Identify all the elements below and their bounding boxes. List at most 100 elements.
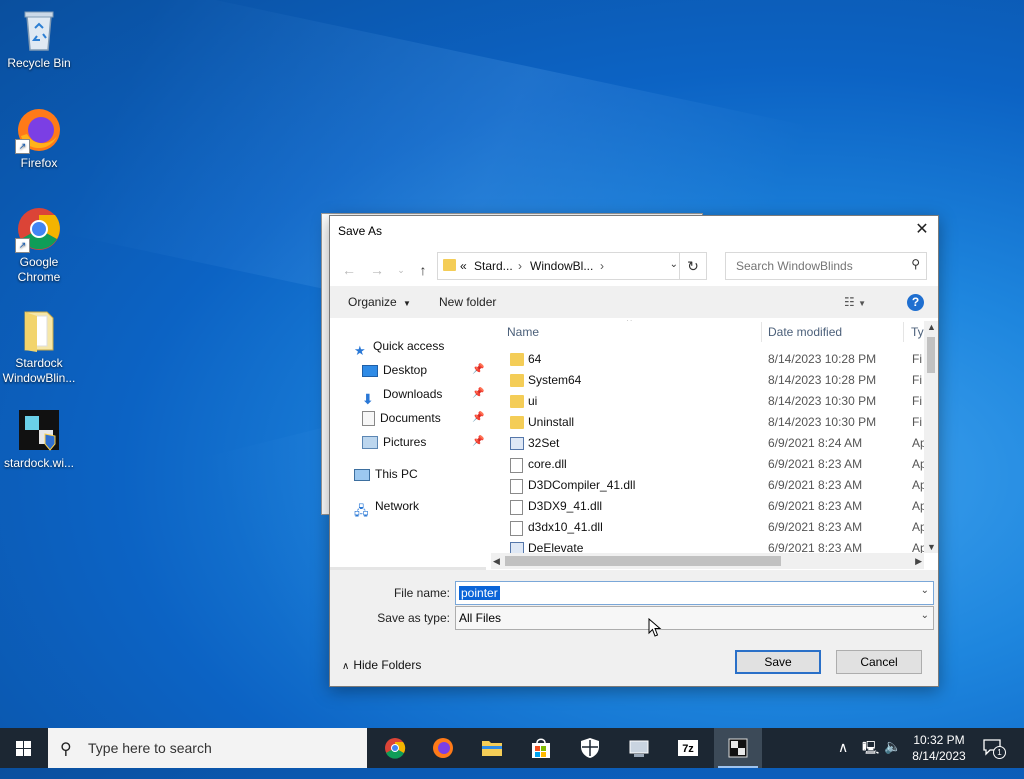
pictures-icon [362,436,378,450]
desktop-icon-stardock-windowblinds[interactable]: Stardock WindowBlin... [0,306,78,386]
refresh-icon[interactable]: ↻ [679,253,706,279]
column-separator[interactable] [761,322,762,342]
taskbar-app-windowblinds[interactable] [714,728,762,768]
address-dropdown-icon[interactable]: ⌄ [670,259,678,270]
save-button[interactable]: Save [735,650,821,674]
breadcrumb-overflow[interactable]: « [460,259,467,273]
shield-icon [581,738,599,758]
address-bar[interactable]: « Stard... › WindowBl... › ⌄ ↻ [437,252,707,280]
desktop-icon-stardock-installer[interactable]: stardock.wi... [0,406,78,471]
system-clock[interactable]: 10:32 PM 8/14/2023 [898,732,980,764]
file-list-row[interactable]: Uninstall 8/14/2023 10:30 PM Fi [491,412,922,433]
nav-item-pictures[interactable]: Pictures 📌 [362,431,484,453]
taskbar-app-chrome[interactable] [371,728,419,768]
windowblinds-icon [728,738,748,758]
start-button[interactable] [0,728,48,768]
file-date-modified: 8/14/2023 10:30 PM [768,394,877,408]
breadcrumb-separator-icon: › [518,259,522,273]
breadcrumb-stardock[interactable]: Stard... [474,259,513,273]
chevron-up-icon: ∧ [342,661,350,672]
file-list-row[interactable]: D3DCompiler_41.dll 6/9/2021 8:23 AM Ap [491,475,927,496]
nav-item-downloads[interactable]: ⬇ Downloads 📌 [362,383,484,407]
taskbar-app-7zip[interactable]: 7z [664,728,712,768]
horizontal-scroll-thumb[interactable] [505,556,781,566]
chevron-down-icon[interactable]: ⌄ [921,585,929,596]
desktop-icon-firefox[interactable]: ↗ Firefox [0,106,78,171]
taskbar-app-file-explorer[interactable] [468,728,516,768]
file-date-modified: 6/9/2021 8:23 AM [768,499,863,513]
organize-button[interactable]: Organize ▼ [348,295,411,309]
file-name-field[interactable]: pointer ⌄ [455,581,934,605]
chevron-down-icon[interactable]: ⌄ [921,610,929,621]
forward-arrow-icon[interactable]: → [366,260,388,280]
desktop-icon-google-chrome[interactable]: ↗ Google Chrome [0,205,78,285]
file-name-label: File name: [393,586,450,600]
new-folder-button[interactable]: New folder [439,295,496,309]
nav-item-this-pc[interactable]: This PC [354,463,418,485]
file-list-row[interactable]: ui 8/14/2023 10:30 PM Fi [491,391,922,412]
search-input[interactable] [734,258,898,274]
taskbar-app-network-utility[interactable] [615,728,663,768]
file-list-row[interactable]: 64 8/14/2023 10:28 PM Fi [491,349,922,370]
folder-icon [482,741,502,756]
scroll-right-icon[interactable]: ▶ [915,556,922,567]
dialog-titlebar[interactable]: Save As ✕ [330,216,938,246]
breadcrumb-windowblinds[interactable]: WindowBl... [530,259,593,273]
show-hidden-icons-chevron[interactable]: ∧ [838,739,848,779]
file-name: 64 [528,352,542,366]
pin-icon: 📌 [472,436,485,447]
view-options-icon[interactable]: ☷ ▼ [844,295,866,309]
column-header-date-modified[interactable]: Date modified [768,320,842,344]
desktop-icon-recycle-bin[interactable]: Recycle Bin [0,6,78,71]
folder-icon [510,416,524,429]
breadcrumb-separator-icon: › [600,259,604,273]
file-list-row[interactable]: System64 8/14/2023 10:28 PM Fi [491,370,922,391]
close-icon[interactable]: ✕ [912,220,932,240]
nav-item-desktop[interactable]: Desktop 📌 [362,359,484,381]
cancel-button[interactable]: Cancel [836,650,922,674]
help-icon[interactable]: ? [907,294,924,311]
file-list-row[interactable]: 32Set 6/9/2021 8:24 AM Ap [491,433,927,454]
scroll-up-icon[interactable]: ▲ [927,322,936,332]
back-arrow-icon[interactable]: ← [338,260,360,280]
windows-logo-icon [16,741,31,756]
file-date-modified: 6/9/2021 8:23 AM [768,520,863,534]
file-name-value[interactable]: pointer [459,586,500,600]
taskbar: ⚲ Type here to search 7z ∧ 🖳 🔈 10:32 PM … [0,728,1024,768]
chevron-down-icon: ▼ [403,299,411,308]
search-icon: ⚲ [60,741,72,758]
recent-locations-chevron-icon[interactable]: ⌄ [390,260,412,280]
folder-icon [443,259,456,271]
file-list-row[interactable]: D3DX9_41.dll 6/9/2021 8:23 AM Ap [491,496,927,517]
file-name: ui [528,394,538,408]
horizontal-scrollbar[interactable]: ◀ ▶ [491,553,924,569]
nav-item-quick-access[interactable]: ★ Quick access [354,335,444,358]
network-status-icon[interactable]: 🖳 [862,739,879,779]
file-list-row[interactable]: core.dll 6/9/2021 8:23 AM Ap [491,454,927,475]
scroll-left-icon[interactable]: ◀ [493,556,500,567]
column-header-type[interactable]: Ty [911,320,924,344]
scroll-down-icon[interactable]: ▼ [927,542,936,552]
clock-time: 10:32 PM [913,733,965,747]
column-header-name[interactable]: Name [507,320,539,344]
computer-icon [354,468,370,481]
column-separator[interactable] [903,322,904,342]
taskbar-app-security[interactable] [566,728,614,768]
taskbar-search-box[interactable]: ⚲ Type here to search [48,728,367,768]
nav-item-network[interactable]: 🖧 Network [354,495,419,518]
desktop-icon-label: stardock.wi... [3,456,75,470]
file-list-row[interactable]: d3dx10_41.dll 6/9/2021 8:23 AM Ap [491,517,927,538]
network-app-icon [629,740,649,757]
up-arrow-icon[interactable]: ↑ [412,260,434,280]
taskbar-app-store[interactable] [517,728,565,768]
vertical-scrollbar[interactable]: ▲ ▼ [924,321,938,553]
notification-center-icon[interactable]: 1 [982,738,1006,759]
nav-item-documents[interactable]: Documents 📌 [362,407,484,429]
taskbar-app-firefox[interactable] [419,728,467,768]
search-box[interactable]: ⚲ [725,252,927,280]
folder-icon [15,306,63,354]
file-icon [510,479,523,494]
save-as-type-select[interactable]: All Files ⌄ [455,606,934,630]
hide-folders-button[interactable]: ∧ Hide Folders [342,658,421,672]
vertical-scroll-thumb[interactable] [927,337,935,373]
